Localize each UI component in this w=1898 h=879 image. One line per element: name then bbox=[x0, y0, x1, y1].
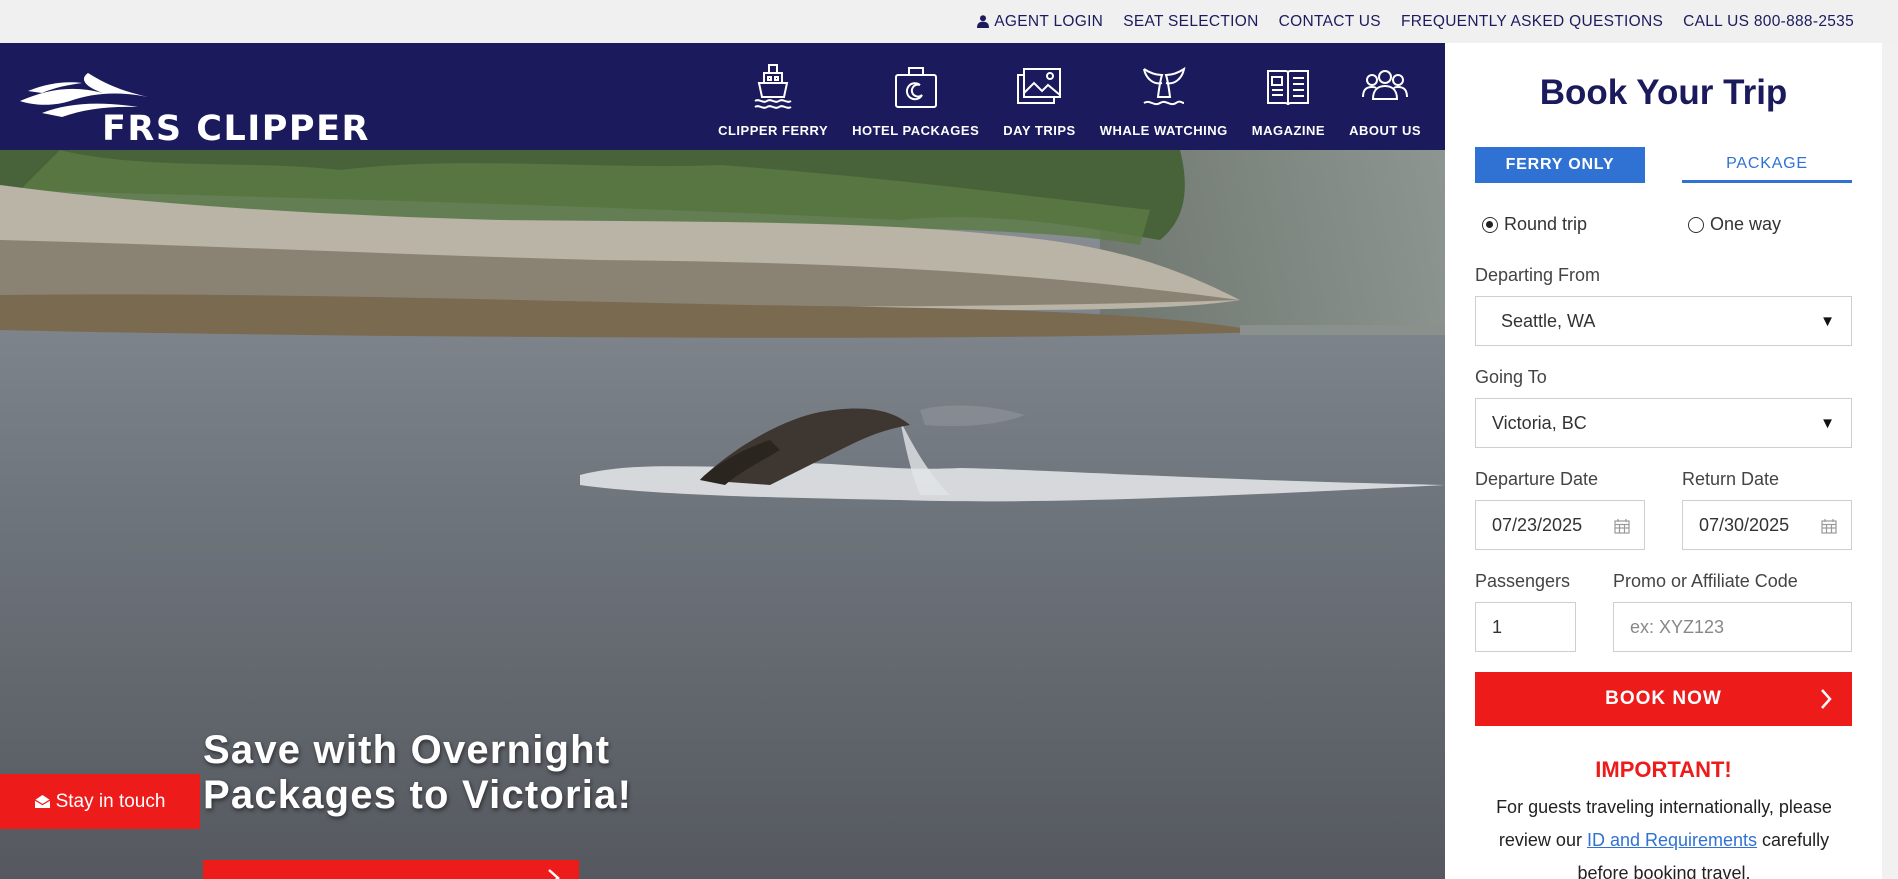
agent-login-link[interactable]: AGENT LOGIN bbox=[977, 13, 1103, 31]
going-to-select[interactable]: Victoria, BC ▼ bbox=[1475, 398, 1852, 448]
nav-day-trips[interactable]: DAY TRIPS bbox=[991, 43, 1087, 150]
book-now-button[interactable]: BOOK NOW bbox=[1475, 672, 1852, 726]
utility-bar: AGENT LOGIN SEAT SELECTION CONTACT US FR… bbox=[0, 0, 1898, 43]
one-way-label: One way bbox=[1710, 214, 1782, 234]
tab-package[interactable]: PACKAGE bbox=[1682, 147, 1852, 183]
id-requirements-link[interactable]: ID and Requirements bbox=[1587, 830, 1757, 850]
departing-from-select[interactable]: Seattle, WA ▼ bbox=[1475, 296, 1852, 346]
dropdown-caret-icon: ▼ bbox=[1820, 313, 1835, 330]
nav-magazine[interactable]: MAGAZINE bbox=[1240, 43, 1337, 150]
nav-hotel-packages[interactable]: HOTEL PACKAGES bbox=[840, 43, 991, 150]
round-trip-label: Round trip bbox=[1504, 214, 1588, 234]
promo-code-input[interactable] bbox=[1630, 616, 1851, 638]
nav-magazine-label: MAGAZINE bbox=[1251, 123, 1326, 138]
chevron-right-icon bbox=[1821, 689, 1832, 709]
nav-clipper-ferry[interactable]: CLIPPER FERRY bbox=[706, 43, 840, 150]
calendar-icon bbox=[1821, 519, 1837, 534]
nav-whale-watching[interactable]: WHALE WATCHING bbox=[1088, 43, 1240, 150]
radio-selected-icon bbox=[1482, 216, 1498, 233]
return-date-label: Return Date bbox=[1682, 469, 1780, 489]
faq-link[interactable]: FREQUENTLY ASKED QUESTIONS bbox=[1401, 13, 1663, 31]
departure-date-label: Departure Date bbox=[1475, 469, 1599, 489]
hero-banner: Save with Overnight Packages to Victoria… bbox=[0, 150, 1445, 879]
nav-about-us-label: ABOUT US bbox=[1349, 123, 1421, 138]
going-to-value: Victoria, BC bbox=[1492, 412, 1587, 433]
stay-in-touch-label: Stay in touch bbox=[55, 790, 166, 812]
envelope-icon bbox=[34, 795, 50, 808]
utility-nav: AGENT LOGIN SEAT SELECTION CONTACT US FR… bbox=[977, 0, 1854, 43]
radio-unselected-icon bbox=[1688, 216, 1704, 233]
person-icon bbox=[977, 15, 990, 28]
primary-nav: CLIPPER FERRY HOTEL PACKAGES DAY TRIPS W… bbox=[706, 43, 1433, 150]
dropdown-caret-icon: ▼ bbox=[1820, 415, 1835, 432]
suitcase-icon bbox=[894, 67, 937, 108]
panel-edge-strip bbox=[1882, 43, 1898, 879]
chevron-right-icon bbox=[548, 869, 560, 879]
booking-title: Book Your Trip bbox=[1539, 73, 1788, 112]
passengers-input[interactable]: 1 bbox=[1475, 602, 1576, 652]
stay-in-touch-button[interactable]: Stay in touch bbox=[0, 774, 200, 829]
contact-us-link[interactable]: CONTACT US bbox=[1279, 13, 1381, 31]
people-icon bbox=[1362, 70, 1409, 100]
promo-code-field[interactable] bbox=[1613, 602, 1852, 652]
important-heading: IMPORTANT! bbox=[1595, 757, 1732, 782]
promo-code-label: Promo or Affiliate Code bbox=[1613, 571, 1798, 591]
international-notice: For guests traveling internationally, pl… bbox=[1479, 791, 1849, 879]
departing-from-value: Seattle, WA bbox=[1501, 310, 1596, 331]
booking-panel: Book Your Trip FERRY ONLY PACKAGE Round … bbox=[1445, 43, 1882, 879]
call-us-link[interactable]: CALL US 800-888-2535 bbox=[1683, 13, 1854, 31]
nav-about-us[interactable]: ABOUT US bbox=[1337, 43, 1433, 150]
magazine-icon bbox=[1267, 70, 1310, 106]
passengers-label: Passengers bbox=[1475, 571, 1571, 591]
return-date-input[interactable]: 07/30/2025 bbox=[1682, 500, 1852, 550]
whale-tail-icon bbox=[1142, 66, 1186, 106]
departure-date-input[interactable]: 07/23/2025 bbox=[1475, 500, 1645, 550]
one-way-radio[interactable]: One way bbox=[1688, 214, 1781, 235]
main-nav: FRS CLIPPER CLIPPER FERRY HOTEL PACKAGES bbox=[0, 43, 1445, 150]
brand-name: FRS CLIPPER bbox=[102, 109, 370, 149]
nav-whale-watching-label: WHALE WATCHING bbox=[1099, 123, 1228, 138]
brand-logo[interactable]: FRS CLIPPER bbox=[18, 61, 398, 149]
hero-cta-button[interactable] bbox=[203, 860, 579, 879]
nav-clipper-ferry-label: CLIPPER FERRY bbox=[718, 123, 829, 138]
going-to-label: Going To bbox=[1475, 367, 1547, 387]
return-date-value: 07/30/2025 bbox=[1699, 514, 1790, 535]
book-now-label: BOOK NOW bbox=[1605, 688, 1722, 709]
photos-icon bbox=[1017, 68, 1062, 104]
nav-hotel-packages-label: HOTEL PACKAGES bbox=[852, 123, 980, 138]
tab-ferry-only[interactable]: FERRY ONLY bbox=[1475, 147, 1645, 183]
nav-day-trips-label: DAY TRIPS bbox=[1003, 123, 1076, 138]
hero-title: Save with Overnight Packages to Victoria… bbox=[203, 728, 633, 817]
passengers-value: 1 bbox=[1492, 616, 1503, 637]
departure-date-value: 07/23/2025 bbox=[1492, 514, 1583, 535]
departing-from-label: Departing From bbox=[1475, 265, 1601, 285]
round-trip-radio[interactable]: Round trip bbox=[1482, 214, 1587, 235]
agent-login-label: AGENT LOGIN bbox=[994, 12, 1104, 30]
seat-selection-link[interactable]: SEAT SELECTION bbox=[1123, 13, 1258, 31]
calendar-icon bbox=[1614, 519, 1630, 534]
ferry-icon bbox=[754, 64, 792, 109]
